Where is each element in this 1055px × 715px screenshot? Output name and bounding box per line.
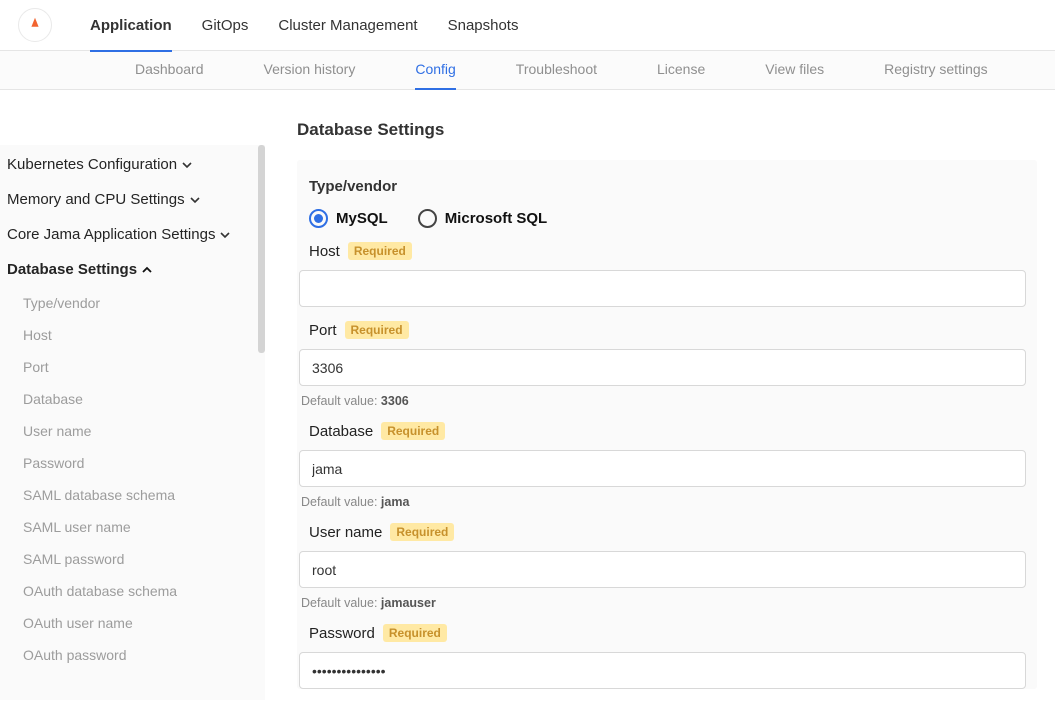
chevron-down-icon	[189, 194, 201, 206]
sidebar-sub-user-name[interactable]: User name	[23, 415, 265, 447]
radio-mysql-label: MySQL	[336, 210, 388, 227]
sidebar-item-label: Database Settings	[7, 261, 137, 278]
sidebar-sub-type-vendor[interactable]: Type/vendor	[23, 287, 265, 319]
chevron-down-icon	[181, 159, 193, 171]
radio-mssql-label: Microsoft SQL	[445, 210, 548, 227]
config-sidebar-wrap: Kubernetes Configuration Memory and CPU …	[0, 90, 265, 715]
sidebar-item-label: Core Jama Application Settings	[7, 226, 215, 243]
chevron-up-icon	[141, 264, 153, 276]
sidebar-item-database-settings[interactable]: Database Settings	[7, 252, 265, 287]
sub-nav: Dashboard Version history Config Trouble…	[0, 51, 1055, 90]
tab-version-history[interactable]: Version history	[264, 50, 356, 90]
database-label: Database	[309, 423, 373, 440]
database-default: Default value: jama	[299, 495, 1037, 509]
host-input[interactable]	[299, 270, 1026, 307]
nav-cluster-management[interactable]: Cluster Management	[278, 0, 417, 52]
radio-unselected-icon	[418, 209, 437, 228]
page-title: Database Settings	[297, 120, 1037, 140]
database-input[interactable]	[299, 450, 1026, 487]
password-label: Password	[309, 625, 375, 642]
config-sidebar: Kubernetes Configuration Memory and CPU …	[0, 145, 265, 700]
sidebar-sub-oauth-schema[interactable]: OAuth database schema	[23, 575, 265, 607]
nav-gitops[interactable]: GitOps	[202, 0, 249, 52]
tab-registry-settings[interactable]: Registry settings	[884, 50, 987, 90]
radio-selected-icon	[309, 209, 328, 228]
nav-snapshots[interactable]: Snapshots	[448, 0, 519, 52]
username-default: Default value: jamauser	[299, 596, 1037, 610]
sidebar-sub-password[interactable]: Password	[23, 447, 265, 479]
nav-application[interactable]: Application	[90, 0, 172, 52]
radio-mysql[interactable]: MySQL	[309, 209, 388, 228]
radio-mssql[interactable]: Microsoft SQL	[418, 209, 548, 228]
sidebar-scrollbar[interactable]	[258, 145, 265, 353]
sidebar-sub-saml-password[interactable]: SAML password	[23, 543, 265, 575]
chevron-down-icon	[219, 229, 231, 241]
main-content: Database Settings Type/vendor MySQL Micr…	[265, 90, 1055, 715]
type-vendor-label: Type/vendor	[309, 178, 1037, 195]
sidebar-sub-host[interactable]: Host	[23, 319, 265, 351]
sidebar-sub-saml-user-name[interactable]: SAML user name	[23, 511, 265, 543]
sidebar-sub-oauth-user-name[interactable]: OAuth user name	[23, 607, 265, 639]
username-label: User name	[309, 524, 382, 541]
required-badge: Required	[345, 321, 409, 339]
port-label: Port	[309, 322, 337, 339]
sidebar-sublist-database: Type/vendor Host Port Database User name…	[7, 287, 265, 671]
tab-license[interactable]: License	[657, 50, 705, 90]
port-input[interactable]	[299, 349, 1026, 386]
sidebar-sub-saml-schema[interactable]: SAML database schema	[23, 479, 265, 511]
sidebar-item-kubernetes[interactable]: Kubernetes Configuration	[7, 147, 265, 182]
tab-dashboard[interactable]: Dashboard	[135, 50, 204, 90]
password-input[interactable]	[299, 652, 1026, 689]
required-badge: Required	[348, 242, 412, 260]
host-label: Host	[309, 243, 340, 260]
sidebar-sub-oauth-password[interactable]: OAuth password	[23, 639, 265, 671]
sidebar-sub-port[interactable]: Port	[23, 351, 265, 383]
sidebar-item-label: Kubernetes Configuration	[7, 156, 177, 173]
top-nav: Application GitOps Cluster Management Sn…	[90, 0, 518, 50]
tab-troubleshoot[interactable]: Troubleshoot	[516, 50, 597, 90]
tab-view-files[interactable]: View files	[765, 50, 824, 90]
sidebar-sub-database[interactable]: Database	[23, 383, 265, 415]
port-default: Default value: 3306	[299, 394, 1037, 408]
sidebar-item-label: Memory and CPU Settings	[7, 191, 185, 208]
topbar: Application GitOps Cluster Management Sn…	[0, 0, 1055, 51]
username-input[interactable]	[299, 551, 1026, 588]
required-badge: Required	[390, 523, 454, 541]
app-logo	[18, 8, 52, 42]
required-badge: Required	[381, 422, 445, 440]
tab-config[interactable]: Config	[415, 50, 455, 90]
sidebar-item-core-jama[interactable]: Core Jama Application Settings	[7, 217, 265, 252]
settings-panel: Type/vendor MySQL Microsoft SQL Host Req…	[297, 160, 1037, 689]
required-badge: Required	[383, 624, 447, 642]
sidebar-item-memory-cpu[interactable]: Memory and CPU Settings	[7, 182, 265, 217]
